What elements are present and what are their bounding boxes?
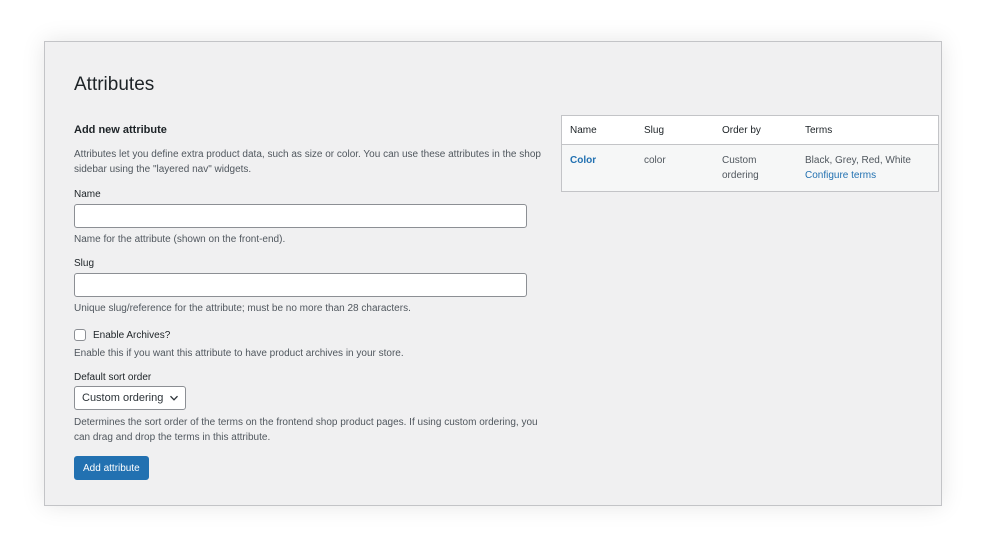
name-field-group: Name Name for the attribute (shown on th… xyxy=(74,189,544,247)
archives-field-group: Enable Archives? Enable this if you want… xyxy=(74,329,544,361)
slug-field-group: Slug Unique slug/reference for the attri… xyxy=(74,258,544,316)
slug-input[interactable] xyxy=(74,273,527,297)
sort-order-select[interactable]: Custom ordering xyxy=(74,386,187,410)
enable-archives-label[interactable]: Enable Archives? xyxy=(93,330,170,341)
attributes-panel: Attributes Add new attribute Attributes … xyxy=(44,41,942,506)
configure-terms-link[interactable]: Configure terms xyxy=(805,168,930,183)
column-header-order-by: Order by xyxy=(714,116,797,145)
cell-slug: color xyxy=(636,144,714,191)
page-title: Attributes xyxy=(74,74,155,95)
name-label: Name xyxy=(74,189,101,200)
name-input[interactable] xyxy=(74,204,527,228)
sort-help: Determines the sort order of the terms o… xyxy=(74,417,538,443)
attributes-table: Name Slug Order by Terms Color color Cus… xyxy=(561,115,939,192)
table-row: Color color Custom ordering Black, Grey,… xyxy=(562,144,938,191)
form-heading: Add new attribute xyxy=(74,124,167,136)
sort-order-selected: Custom ordering xyxy=(82,392,164,404)
archives-checkbox-row: Enable Archives? xyxy=(74,329,544,341)
terms-list: Black, Grey, Red, White xyxy=(805,155,911,166)
column-header-slug: Slug xyxy=(636,116,714,145)
slug-label: Slug xyxy=(74,258,95,269)
archives-help: Enable this if you want this attribute t… xyxy=(74,348,404,359)
enable-archives-checkbox[interactable] xyxy=(74,329,86,341)
add-attribute-form: Add new attribute Attributes let you def… xyxy=(74,124,544,480)
add-attribute-button[interactable]: Add attribute xyxy=(74,456,149,480)
cell-order-by: Custom ordering xyxy=(714,144,797,191)
chevron-down-icon xyxy=(170,395,179,401)
sort-label: Default sort order xyxy=(74,372,152,383)
slug-help: Unique slug/reference for the attribute;… xyxy=(74,303,411,314)
table-header-row: Name Slug Order by Terms xyxy=(562,116,938,145)
column-header-name: Name xyxy=(562,116,636,145)
sort-field-group: Default sort order Custom ordering Deter… xyxy=(74,372,544,445)
cell-name: Color xyxy=(562,144,636,191)
cell-terms: Black, Grey, Red, White Configure terms xyxy=(797,144,938,191)
name-help: Name for the attribute (shown on the fro… xyxy=(74,234,286,245)
column-header-terms: Terms xyxy=(797,116,938,145)
attribute-name-link[interactable]: Color xyxy=(570,155,596,166)
form-intro: Attributes let you define extra product … xyxy=(74,149,541,175)
